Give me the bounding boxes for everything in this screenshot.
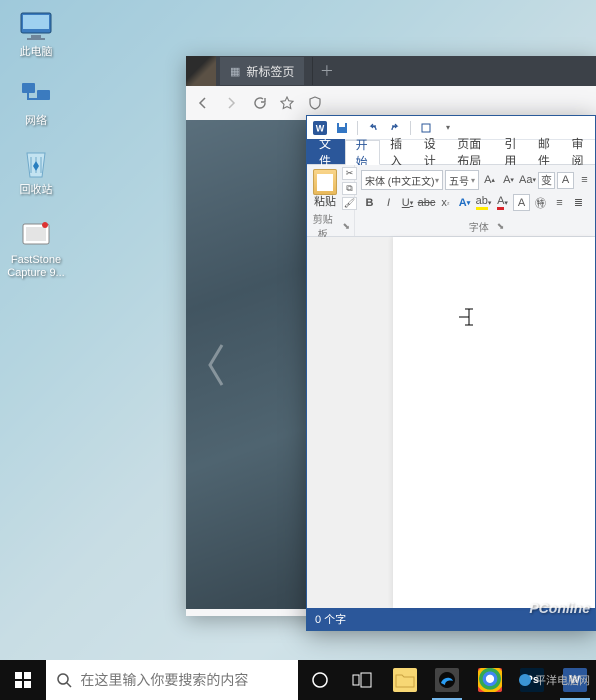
word-document-area[interactable]	[307, 237, 595, 608]
font-size-select[interactable]: 五号▾	[445, 170, 479, 190]
taskbar-search[interactable]	[46, 660, 298, 700]
desktop-icon-this-pc[interactable]: 此电脑	[6, 8, 66, 59]
strikethrough-button[interactable]: abc	[418, 194, 435, 211]
paste-label: 粘贴	[314, 196, 336, 208]
word-page[interactable]	[393, 237, 595, 608]
clipboard-launcher[interactable]: ⬊	[338, 221, 350, 232]
ribbon-group-clipboard: 粘贴 ✂ ⧉ 🖌 剪贴板⬊	[307, 165, 355, 236]
font-row-1: 宋体 (中文正文)▾ 五号▾ A▴ A▾ Aa▾ 变 A ≡ ⋮≡	[361, 170, 596, 190]
ribbon-group-font: 宋体 (中文正文)▾ 五号▾ A▴ A▾ Aa▾ 变 A ≡ ⋮≡ B I U▾	[355, 165, 596, 236]
ribbon-tab-mailings[interactable]: 邮件	[528, 139, 562, 164]
recycle-bin-icon	[18, 146, 54, 182]
new-tab-grid-icon: ▦	[230, 65, 240, 78]
subscript-button[interactable]: x₂	[437, 194, 454, 211]
underline-button[interactable]: U▾	[399, 194, 416, 211]
browser-profile-avatar[interactable]	[186, 56, 216, 86]
desktop-icon-recycle-bin[interactable]: 回收站	[6, 146, 66, 197]
phonetic-guide-button[interactable]: 变	[538, 172, 555, 189]
word-ribbon: 粘贴 ✂ ⧉ 🖌 剪贴板⬊ 宋体 (中文正文)▾ 五号▾ A▴	[307, 165, 595, 237]
cortana-button[interactable]	[298, 660, 341, 700]
font-color-button[interactable]: A▾	[494, 194, 511, 211]
char-border-button[interactable]: A	[557, 172, 574, 189]
search-input[interactable]	[80, 672, 288, 688]
qat-separator	[410, 121, 411, 135]
qat-separator	[357, 121, 358, 135]
svg-text:W: W	[316, 123, 325, 133]
align-center-button[interactable]: ≣	[570, 194, 587, 211]
nav-back-button[interactable]	[194, 94, 212, 112]
char-shading-button[interactable]: A	[513, 194, 530, 211]
desktop-icon-label: 此电脑	[20, 46, 53, 59]
increase-font-button[interactable]: A▴	[481, 172, 498, 189]
nav-refresh-button[interactable]	[250, 94, 268, 112]
ribbon-tab-insert[interactable]: 插入	[380, 139, 414, 164]
chrome-icon	[478, 668, 502, 692]
highlight-button[interactable]: ab▾	[475, 194, 492, 211]
browser-tab-new[interactable]: ▦ 新标签页	[220, 57, 304, 85]
align-left-button[interactable]: ≡	[551, 194, 568, 211]
ribbon-tab-file[interactable]: 文件	[307, 139, 345, 164]
paste-icon	[313, 169, 337, 195]
desktop: 此电脑 网络 回收站 FastStone Capture 9... ▦	[0, 0, 596, 660]
watermark-footer: 平洋电脑网	[518, 660, 594, 700]
network-icon	[18, 77, 54, 113]
search-icon	[56, 672, 72, 688]
qat-save-button[interactable]	[333, 119, 351, 137]
folder-icon	[393, 668, 417, 692]
text-effects-button[interactable]: A▾	[456, 194, 473, 211]
desktop-icon-label: 网络	[25, 115, 47, 128]
this-pc-icon	[18, 8, 54, 44]
start-button[interactable]	[0, 660, 46, 700]
taskbar: Ps W 平洋电脑网	[0, 660, 596, 700]
enclose-char-button[interactable]: ㊕	[532, 194, 549, 211]
decrease-font-button[interactable]: A▾	[500, 172, 517, 189]
carousel-prev-button[interactable]	[204, 341, 228, 389]
font-row-2: B I U▾ abc x₂ A▾ ab▾ A▾ A ㊕ ≡ ≣	[361, 194, 596, 211]
desktop-icons: 此电脑 网络 回收站 FastStone Capture 9...	[6, 8, 66, 280]
bullets-button[interactable]: ≡	[576, 172, 593, 189]
taskbar-app-browser[interactable]	[426, 660, 469, 700]
nav-favorite-button[interactable]	[278, 94, 296, 112]
italic-button[interactable]: I	[380, 194, 397, 211]
ribbon-tab-review[interactable]: 审阅	[561, 139, 595, 164]
word-quick-access-toolbar: W ▾	[307, 116, 595, 140]
task-view-button[interactable]	[341, 660, 384, 700]
desktop-icon-label: FastStone Capture 9...	[7, 254, 64, 280]
ribbon-tab-home[interactable]: 开始	[345, 140, 381, 165]
qat-undo-button[interactable]	[364, 119, 382, 137]
bold-button[interactable]: B	[361, 194, 378, 211]
desktop-icon-faststone[interactable]: FastStone Capture 9...	[6, 216, 66, 280]
desktop-icon-network[interactable]: 网络	[6, 77, 66, 128]
browser-new-tab-button[interactable]: ＋	[312, 57, 340, 85]
desktop-icon-label: 回收站	[20, 184, 53, 197]
ribbon-tab-references[interactable]: 引用	[494, 139, 528, 164]
qat-dropdown-button[interactable]: ▾	[439, 119, 457, 137]
ribbon-tab-design[interactable]: 设计	[414, 139, 448, 164]
ribbon-tab-layout[interactable]: 页面布局	[447, 139, 494, 164]
word-ribbon-tabs: 文件 开始 插入 设计 页面布局 引用 邮件 审阅	[307, 140, 595, 165]
watermark-pconline: PConline	[529, 600, 590, 616]
faststone-icon	[18, 216, 54, 252]
word-window: W ▾ 文件 开始 插入 设计 页面布局 引用 邮件 审阅 粘贴	[306, 115, 596, 631]
font-name-select[interactable]: 宋体 (中文正文)▾	[361, 170, 443, 190]
taskbar-app-explorer[interactable]	[383, 660, 426, 700]
font-group-label: 字体	[469, 219, 489, 234]
browser-tab-label: 新标签页	[246, 63, 294, 80]
nav-forward-button[interactable]	[222, 94, 240, 112]
nav-shield-button[interactable]	[306, 94, 324, 112]
paste-button[interactable]: 粘贴	[311, 167, 339, 210]
text-cursor-icon	[459, 307, 473, 325]
taskbar-app-chrome[interactable]	[468, 660, 511, 700]
change-case-button[interactable]: Aa▾	[519, 172, 536, 189]
font-launcher[interactable]: ⬊	[493, 221, 505, 232]
word-count-label: 0 个字	[315, 611, 346, 627]
browser-titlebar[interactable]: ▦ 新标签页 ＋	[186, 56, 596, 86]
browser-icon	[435, 668, 459, 692]
